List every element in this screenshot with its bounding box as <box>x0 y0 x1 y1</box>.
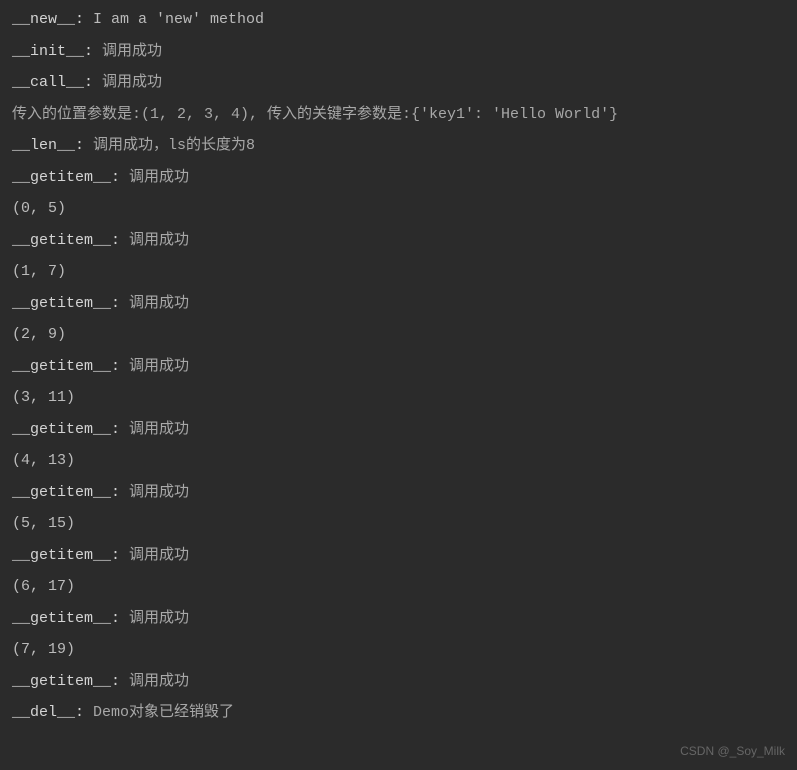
output-line: __del__: Demo对象已经销毁了 <box>12 697 785 729</box>
output-line: __init__: 调用成功 <box>12 36 785 68</box>
output-line: __getitem__: 调用成功 <box>12 225 785 257</box>
console-output: __new__: I am a 'new' method __init__: 调… <box>12 4 785 729</box>
output-text: (5, 15) <box>12 515 75 532</box>
output-text: 传入的位置参数是:(1, 2, 3, 4 <box>12 106 240 123</box>
output-line: __getitem__: 调用成功 <box>12 162 785 194</box>
output-text: I am a 'new' method <box>84 11 264 28</box>
output-text: (3, 11) <box>12 389 75 406</box>
output-line: (6, 17) <box>12 571 785 603</box>
output-text: Demo对象已经销毁了 <box>84 704 234 721</box>
output-line: (5, 15) <box>12 508 785 540</box>
output-text: ), 传入的关键字参数是:{'key1': 'Hello World'} <box>240 106 618 123</box>
output-text: 调用成功 <box>120 610 189 627</box>
method-name: __getitem__: <box>12 421 120 438</box>
method-name: __getitem__: <box>12 547 120 564</box>
method-name: __new__: <box>12 11 84 28</box>
output-line: __new__: I am a 'new' method <box>12 4 785 36</box>
output-line: (7, 19) <box>12 634 785 666</box>
output-line: __getitem__: 调用成功 <box>12 351 785 383</box>
output-line: (4, 13) <box>12 445 785 477</box>
output-line: __getitem__: 调用成功 <box>12 414 785 446</box>
method-name: __getitem__: <box>12 232 120 249</box>
output-text: (7, 19) <box>12 641 75 658</box>
output-line: (3, 11) <box>12 382 785 414</box>
output-line: (1, 7) <box>12 256 785 288</box>
watermark: CSDN @_Soy_Milk <box>680 739 785 764</box>
method-name: __getitem__: <box>12 484 120 501</box>
output-line: __getitem__: 调用成功 <box>12 540 785 572</box>
output-text: (2, 9) <box>12 326 66 343</box>
output-text: 调用成功 <box>120 232 189 249</box>
method-name: __getitem__: <box>12 169 120 186</box>
output-text: (1, 7) <box>12 263 66 280</box>
method-name: __init__: <box>12 43 93 60</box>
output-line: __getitem__: 调用成功 <box>12 288 785 320</box>
output-line: __len__: 调用成功，ls的长度为8 <box>12 130 785 162</box>
output-text: 调用成功 <box>120 295 189 312</box>
output-text: (4, 13) <box>12 452 75 469</box>
method-name: __call__: <box>12 74 93 91</box>
output-text: 调用成功 <box>93 43 162 60</box>
output-text: 调用成功 <box>120 169 189 186</box>
output-text: 调用成功 <box>120 421 189 438</box>
output-text: 调用成功 <box>120 358 189 375</box>
output-text: 调用成功 <box>120 484 189 501</box>
output-line: (0, 5) <box>12 193 785 225</box>
method-name: __getitem__: <box>12 673 120 690</box>
output-text: (6, 17) <box>12 578 75 595</box>
output-text: 调用成功 <box>120 547 189 564</box>
output-text: 调用成功 <box>120 673 189 690</box>
output-line: __call__: 调用成功 <box>12 67 785 99</box>
method-name: __del__: <box>12 704 84 721</box>
output-line: 传入的位置参数是:(1, 2, 3, 4), 传入的关键字参数是:{'key1'… <box>12 99 785 131</box>
method-name: __getitem__: <box>12 358 120 375</box>
method-name: __len__: <box>12 137 84 154</box>
output-line: __getitem__: 调用成功 <box>12 477 785 509</box>
output-text: (0, 5) <box>12 200 66 217</box>
output-line: __getitem__: 调用成功 <box>12 666 785 698</box>
method-name: __getitem__: <box>12 610 120 627</box>
output-line: __getitem__: 调用成功 <box>12 603 785 635</box>
output-text: 调用成功 <box>93 74 162 91</box>
output-line: (2, 9) <box>12 319 785 351</box>
method-name: __getitem__: <box>12 295 120 312</box>
output-text: 调用成功，ls的长度为8 <box>84 137 255 154</box>
